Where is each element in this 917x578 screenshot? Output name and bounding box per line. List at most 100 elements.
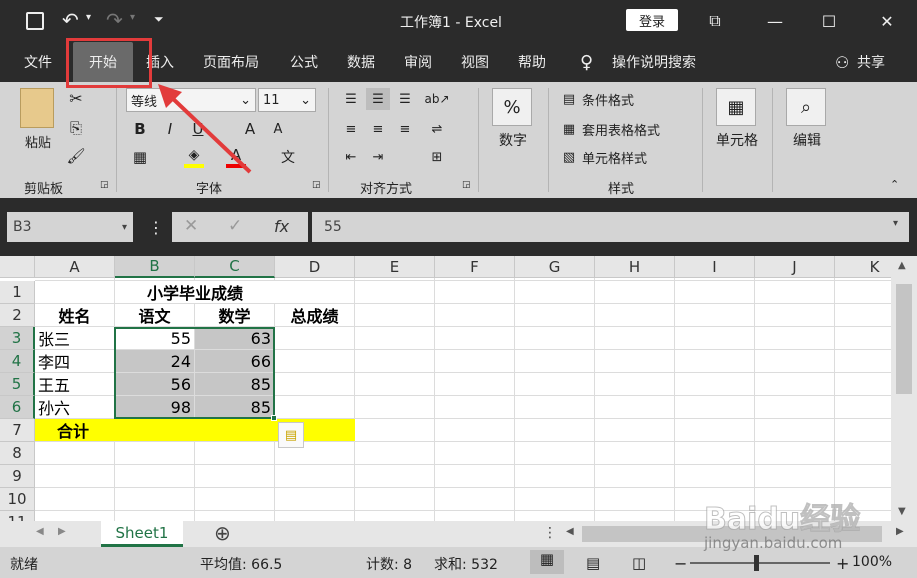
- format-painter-icon[interactable]: 🖌: [66, 146, 86, 166]
- row-header[interactable]: 4: [0, 350, 35, 373]
- align-right-icon[interactable]: ≡: [394, 118, 416, 140]
- number-group-button[interactable]: 数字: [492, 130, 534, 150]
- row-header[interactable]: 9: [0, 465, 35, 488]
- wrap-text-icon[interactable]: ⇌: [426, 118, 448, 140]
- horizontal-scrollbar[interactable]: [582, 526, 882, 542]
- tell-me-search[interactable]: 操作说明搜索: [612, 42, 696, 82]
- add-sheet-button[interactable]: ⊕: [214, 521, 231, 545]
- tab-help[interactable]: 帮助: [518, 42, 546, 82]
- tab-review[interactable]: 审阅: [404, 42, 432, 82]
- dialog-launcher-icon[interactable]: ◲: [462, 180, 471, 190]
- format-table-icon[interactable]: ▦: [560, 120, 578, 138]
- column-header[interactable]: A: [35, 256, 115, 278]
- undo-dropdown-icon[interactable]: ▾: [86, 12, 91, 23]
- decrease-indent-icon[interactable]: ⇤: [340, 146, 362, 168]
- lightbulb-icon[interactable]: ♀: [580, 42, 593, 82]
- column-header[interactable]: E: [355, 256, 435, 278]
- share-button[interactable]: 共享: [857, 42, 885, 82]
- scroll-right-icon[interactable]: ▶: [896, 526, 904, 537]
- conditional-format-button[interactable]: 条件格式: [582, 88, 634, 110]
- expand-formula-icon[interactable]: ▾: [893, 218, 898, 229]
- cells-button[interactable]: 单元格: [712, 130, 762, 150]
- name-box[interactable]: B3 ▾: [7, 212, 133, 242]
- collapse-ribbon-icon[interactable]: ⌃: [890, 178, 899, 191]
- more-options-icon[interactable]: ⋮: [543, 525, 557, 541]
- header-cell-total[interactable]: 总成绩: [275, 304, 355, 327]
- vertical-scrollbar[interactable]: ▲ ▼: [891, 256, 917, 521]
- borders-icon[interactable]: ▦: [130, 146, 150, 168]
- header-cell-chinese[interactable]: 语文: [115, 304, 195, 327]
- cut-icon[interactable]: ✂: [66, 88, 86, 108]
- zoom-slider-thumb[interactable]: [754, 555, 759, 571]
- prev-sheet-icon[interactable]: ◀: [36, 526, 44, 537]
- paste-icon[interactable]: [20, 88, 54, 128]
- scroll-up-icon[interactable]: ▲: [898, 260, 906, 271]
- row-header[interactable]: 3: [0, 327, 35, 350]
- editing-button[interactable]: 编辑: [786, 130, 828, 150]
- phonetic-guide-button[interactable]: 文: [278, 146, 298, 168]
- row-header[interactable]: 10: [0, 488, 35, 511]
- zoom-in-button[interactable]: +: [836, 554, 849, 573]
- orientation-icon[interactable]: ab↗: [424, 88, 449, 110]
- name-cell[interactable]: 王五: [35, 373, 115, 396]
- shrink-font-button[interactable]: A: [268, 118, 288, 140]
- column-header[interactable]: J: [755, 256, 835, 278]
- dialog-launcher-icon[interactable]: ◲: [100, 180, 109, 190]
- merge-center-icon[interactable]: ⊞: [426, 146, 448, 168]
- cells-icon[interactable]: ▦: [716, 88, 756, 126]
- column-header[interactable]: G: [515, 256, 595, 278]
- spreadsheet-grid[interactable]: A B C D E F G H I J K 1 2 3 4 5 6 7 8 9 …: [0, 256, 891, 521]
- column-header[interactable]: H: [595, 256, 675, 278]
- share-icon[interactable]: ⚇: [835, 42, 849, 82]
- sum-label-cell[interactable]: 合计: [35, 419, 355, 442]
- insert-function-button[interactable]: fx: [274, 217, 289, 236]
- column-header[interactable]: K: [835, 256, 891, 278]
- align-bottom-icon[interactable]: ☰: [394, 88, 416, 110]
- maximize-icon[interactable]: ☐: [806, 0, 852, 42]
- scroll-thumb[interactable]: [896, 284, 912, 394]
- redo-dropdown-icon[interactable]: ▾: [130, 12, 135, 23]
- save-icon[interactable]: [26, 12, 44, 30]
- align-left-icon[interactable]: ≡: [340, 118, 362, 140]
- font-size-select[interactable]: 11 ⌄: [258, 88, 316, 112]
- formula-input[interactable]: 55: [312, 212, 909, 242]
- ribbon-display-icon[interactable]: ⧉: [692, 0, 738, 42]
- number-format-button[interactable]: %: [492, 88, 532, 126]
- header-cell-math[interactable]: 数学: [195, 304, 275, 327]
- enter-icon[interactable]: ✓: [228, 216, 242, 236]
- paste-button[interactable]: 粘贴: [20, 132, 56, 151]
- name-cell[interactable]: 李四: [35, 350, 115, 373]
- page-break-icon[interactable]: ◫: [632, 554, 646, 572]
- tab-data[interactable]: 数据: [347, 42, 375, 82]
- column-header[interactable]: C: [195, 256, 275, 278]
- zoom-level[interactable]: 100%: [852, 554, 892, 570]
- login-button[interactable]: 登录: [626, 9, 678, 31]
- header-cell-name[interactable]: 姓名: [35, 304, 115, 327]
- search-icon[interactable]: ⌕: [786, 88, 826, 126]
- scroll-down-icon[interactable]: ▼: [898, 506, 906, 517]
- row-header[interactable]: 2: [0, 304, 35, 327]
- format-table-button[interactable]: 套用表格格式: [582, 118, 660, 140]
- align-middle-icon[interactable]: ☰: [366, 88, 390, 110]
- bold-button[interactable]: B: [130, 118, 150, 140]
- increase-indent-icon[interactable]: ⇥: [366, 146, 390, 168]
- zoom-slider[interactable]: [690, 562, 830, 564]
- row-header[interactable]: 1: [0, 281, 35, 304]
- column-header[interactable]: I: [675, 256, 755, 278]
- tab-formulas[interactable]: 公式: [290, 42, 318, 82]
- customize-qat-icon[interactable]: ⏷: [154, 12, 164, 27]
- align-center-icon[interactable]: ≡: [366, 118, 390, 140]
- cell-styles-icon[interactable]: ▧: [560, 148, 578, 166]
- minimize-icon[interactable]: —: [752, 0, 798, 42]
- redo-icon[interactable]: ↷: [106, 8, 123, 32]
- name-cell[interactable]: 张三: [35, 327, 115, 350]
- quick-analysis-icon[interactable]: ▤: [278, 422, 304, 448]
- column-header[interactable]: F: [435, 256, 515, 278]
- conditional-format-icon[interactable]: ▤: [560, 90, 578, 108]
- select-all-corner[interactable]: [0, 256, 35, 278]
- row-header[interactable]: 7: [0, 419, 35, 442]
- dialog-launcher-icon[interactable]: ◲: [312, 180, 321, 190]
- fill-handle[interactable]: [271, 415, 277, 421]
- align-top-icon[interactable]: ☰: [340, 88, 362, 110]
- tab-view[interactable]: 视图: [461, 42, 489, 82]
